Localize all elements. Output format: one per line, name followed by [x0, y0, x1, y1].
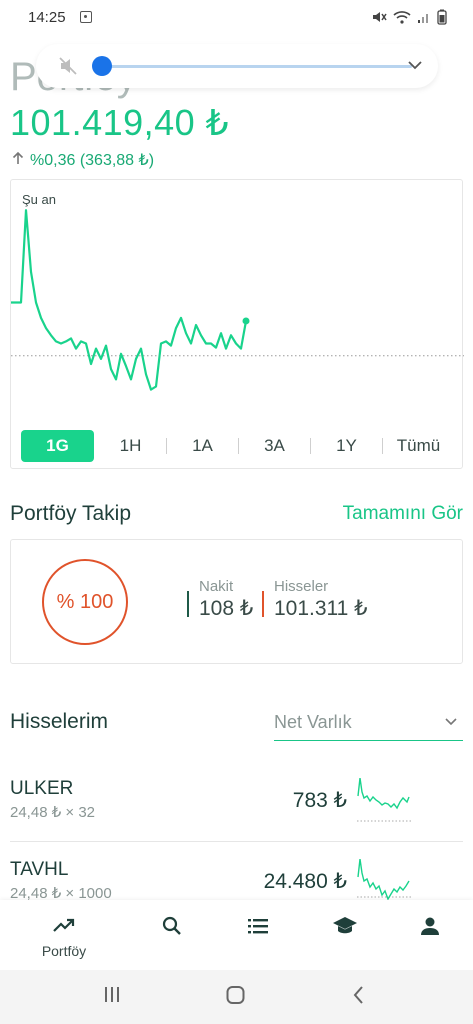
recent-apps-icon[interactable] — [102, 984, 122, 1011]
period-tab[interactable]: 1Y — [311, 430, 382, 462]
graduation-cap-icon — [333, 917, 357, 934]
holding-symbol: TAVHL — [10, 859, 69, 880]
cash-label: Nakit — [199, 578, 234, 595]
list-icon — [248, 919, 268, 934]
takip-title: Portföy Takip — [10, 502, 132, 525]
holding-symbol: ULKER — [10, 778, 74, 799]
mute-status-icon — [371, 9, 387, 30]
holding-value: 783 ₺ — [292, 789, 347, 812]
holding-sparkline — [357, 859, 413, 901]
portfolio-line-chart[interactable] — [11, 180, 464, 430]
stocks-metric: Hisseler 101.311 ₺ — [262, 578, 412, 628]
portfolio-chart-card: Şu an 1G 1H 1A 3A 1Y Tümü — [10, 179, 464, 469]
holding-sparkline — [357, 778, 413, 822]
takip-card[interactable]: % 100 Nakit 108 ₺ Hisseler 101.311 ₺ — [10, 539, 463, 664]
period-tab[interactable]: 3A — [239, 430, 310, 462]
volume-thumb[interactable] — [92, 56, 112, 76]
status-bar: 14:25 — [0, 0, 473, 36]
cash-value: 108 ₺ — [199, 597, 254, 620]
nav-search[interactable] — [142, 900, 202, 970]
row-divider — [10, 841, 463, 842]
period-tab[interactable]: 1A — [167, 430, 238, 462]
sort-dropdown[interactable]: Net Varlık — [274, 706, 463, 741]
cash-metric: Nakit 108 ₺ — [187, 578, 267, 628]
holdings-title: Hisselerim — [10, 710, 109, 733]
allocation-ring: % 100 — [42, 559, 128, 645]
bottom-navigation: Portföy — [0, 900, 473, 970]
nav-profile[interactable] — [400, 900, 460, 970]
status-time: 14:25 — [28, 9, 66, 26]
see-all-link[interactable]: Tamamını Gör — [343, 503, 463, 525]
period-tab[interactable]: 1H — [95, 430, 166, 462]
mute-icon[interactable] — [58, 56, 78, 81]
chevron-down-icon — [443, 714, 459, 735]
portfolio-change: %0,36 (363,88 ₺) — [12, 150, 154, 170]
chevron-down-icon[interactable] — [406, 56, 424, 79]
volume-track[interactable] — [100, 65, 412, 68]
volume-slider-panel[interactable] — [36, 44, 438, 88]
nav-portfolio[interactable]: Portföy — [34, 900, 94, 970]
chart-last-point — [242, 317, 250, 325]
period-selector: 1G 1H 1A 3A 1Y Tümü — [21, 430, 454, 462]
wifi-icon — [393, 10, 411, 29]
stocks-bar — [262, 591, 264, 617]
nav-portfolio-label: Portföy — [41, 943, 87, 959]
period-tab[interactable]: Tümü — [383, 430, 454, 462]
holding-detail: 24,48 ₺ × 32 — [10, 804, 96, 821]
arrow-up-icon — [12, 151, 24, 170]
stocks-value: 101.311 ₺ — [274, 597, 368, 620]
status-icons — [371, 9, 447, 30]
nav-education[interactable] — [314, 900, 374, 970]
signal-icon — [417, 10, 431, 29]
stocks-label: Hisseler — [274, 578, 329, 595]
battery-icon — [437, 9, 447, 30]
system-navigation-bar — [0, 970, 473, 1024]
portfolio-total-value: 101.419,40 ₺ — [10, 102, 230, 143]
trending-up-icon — [53, 918, 75, 932]
cash-bar — [187, 591, 189, 617]
holding-value: 24.480 ₺ — [263, 870, 347, 893]
user-icon — [421, 917, 439, 935]
portfolio-change-text: %0,36 (363,88 ₺) — [30, 152, 155, 169]
nav-list[interactable] — [228, 900, 288, 970]
holding-row-ulker[interactable]: ULKER 24,48 ₺ × 32 783 ₺ — [10, 778, 463, 840]
chart-series-line — [11, 209, 248, 391]
sort-dropdown-value: Net Varlık — [274, 712, 352, 732]
search-icon — [162, 916, 181, 935]
back-icon[interactable] — [350, 984, 368, 1011]
notification-icon — [80, 11, 92, 23]
period-tab[interactable]: 1G — [21, 430, 94, 462]
home-icon[interactable] — [225, 984, 247, 1011]
